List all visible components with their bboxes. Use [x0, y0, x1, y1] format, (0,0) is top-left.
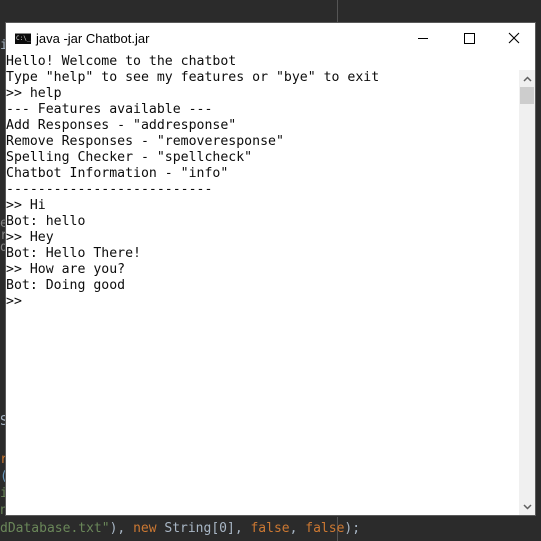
console-line: Bot: Doing good [6, 278, 126, 293]
code-keyword: false [250, 521, 290, 536]
console-line: >> Hey [6, 230, 54, 245]
minimize-icon [418, 37, 428, 39]
console-line: Bot: hello [6, 214, 86, 229]
code-line: dDatabase.txt"), new String[0], false, f… [0, 521, 360, 537]
console-line: >> [6, 294, 22, 309]
code-keyword: new [133, 521, 157, 536]
code-keyword: false [305, 521, 345, 536]
maximize-button[interactable] [446, 23, 492, 53]
code-plain: ), [109, 521, 134, 536]
code-string: dDatabase.txt" [0, 521, 110, 536]
scroll-thumb[interactable] [520, 87, 534, 104]
console-output[interactable]: Hello! Welcome to the chatbot Type "help"… [6, 54, 521, 515]
console-line: -------------------------- [6, 182, 213, 197]
console-icon: C:\_ [15, 33, 31, 44]
close-icon [508, 32, 520, 44]
scroll-up-button[interactable] [519, 70, 535, 87]
console-icon-glyph: C:\_ [16, 35, 31, 42]
minimize-button[interactable] [400, 23, 446, 53]
console-line: Spelling Checker - "spellcheck" [6, 150, 253, 165]
console-line: >> How are you? [6, 262, 126, 277]
window-title: java -jar Chatbot.jar [36, 31, 150, 46]
console-line: --- Features available --- [6, 102, 213, 117]
console-line: >> help [6, 86, 62, 101]
console-line: Hello! Welcome to the chatbot [6, 54, 237, 69]
console-window: C:\_ java -jar Chatbot.jar Hello! Welcom… [5, 22, 536, 516]
chevron-up-icon [522, 75, 532, 82]
code-plain: String[0], [156, 521, 251, 536]
right-margin-guide [337, 0, 338, 22]
vertical-scrollbar[interactable] [519, 70, 535, 515]
scroll-down-button[interactable] [519, 498, 535, 515]
code-plain: ); [344, 521, 361, 536]
console-line: Chatbot Information - "info" [6, 166, 229, 181]
chevron-down-icon [522, 503, 532, 510]
console-line: Remove Responses - "removeresponse" [6, 134, 284, 149]
code-plain: , [289, 521, 306, 536]
close-button[interactable] [491, 23, 537, 53]
console-line: Bot: Hello There! [6, 246, 141, 261]
console-line: Type "help" to see my features or "bye" … [6, 70, 380, 85]
maximize-icon [463, 32, 475, 44]
console-line: >> Hi [6, 198, 46, 213]
title-bar[interactable]: C:\_ java -jar Chatbot.jar [6, 23, 535, 53]
console-line: Add Responses - "addresponse" [6, 118, 237, 133]
